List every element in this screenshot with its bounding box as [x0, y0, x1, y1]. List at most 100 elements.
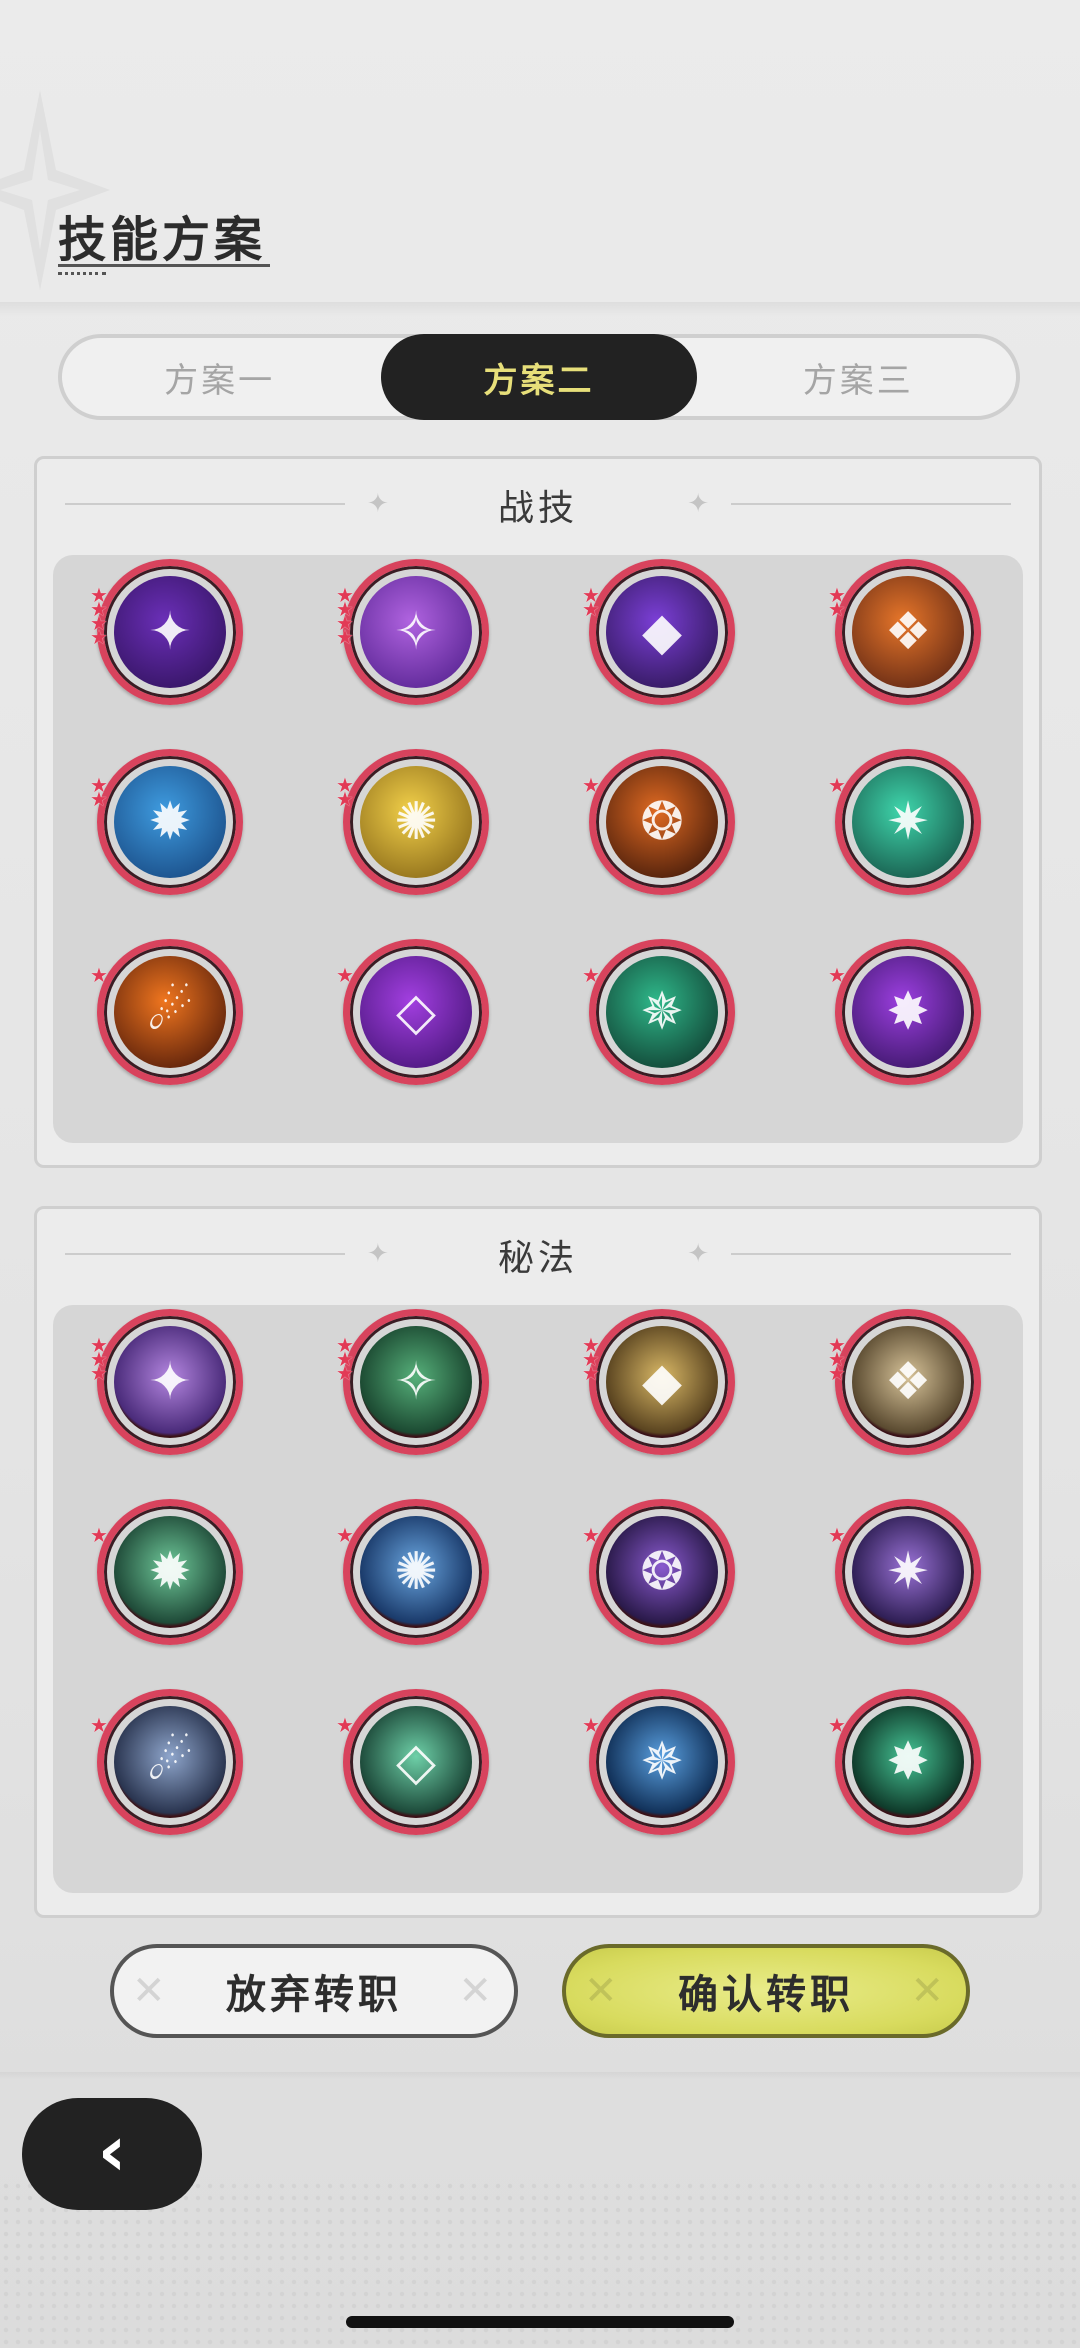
star-rank: ★	[828, 1523, 846, 1547]
divider-line	[731, 1253, 1011, 1255]
fire-wolf-icon[interactable]: ❖ ★ ★	[828, 559, 981, 705]
star-icon: ★	[828, 773, 846, 797]
button-decoration: ✕	[458, 1968, 496, 2014]
green-claw-slash-icon[interactable]: ✷ ★	[828, 749, 981, 895]
skill-glyph: ❂	[640, 1542, 684, 1602]
star-rank: ★	[582, 1523, 600, 1547]
purple-diamond-icon[interactable]: ◇ ★	[336, 939, 489, 1085]
skill-glyph: ✹	[148, 1542, 192, 1602]
green-praying-figure-icon[interactable]: ✸ ★	[828, 1689, 981, 1835]
home-indicator[interactable]	[346, 2316, 734, 2328]
golden-figure-icon[interactable]: ◆ ★ ★ ★	[582, 1309, 735, 1455]
star-icon: ★	[90, 787, 108, 811]
star-rank: ★ ★	[582, 585, 600, 619]
fireball-icon[interactable]: ☄ ★	[90, 939, 243, 1085]
blue-spirit-creature-icon[interactable]: ✹ ★ ★	[90, 749, 243, 895]
star-rank: ★ ★ ★ ★	[90, 585, 108, 649]
fire-spiral-icon[interactable]: ❂ ★	[582, 749, 735, 895]
page-header: 技能方案	[58, 200, 270, 275]
star-icon: ★	[828, 1713, 846, 1737]
star-rank: ★ ★ ★	[336, 1335, 354, 1385]
star-rank: ★	[582, 1713, 600, 1737]
star-rank: ★ ★	[336, 775, 354, 811]
purple-star-burst-icon[interactable]: ✦ ★ ★ ★ ★	[90, 559, 243, 705]
green-winged-emblem-icon[interactable]: ✧ ★ ★ ★	[336, 1309, 489, 1455]
combat-skill-grid: ✦ ★ ★ ★ ★ ✧ ★ ★ ★ ★ ◆ ★ ★ ❖ ★ ★ ✹ ★ ★ ✺ ★ ★ ❂ ★ ✷ ★ ☄ ★ ◇ ★ ✵ ★ ✸ ★	[53, 555, 1023, 1143]
green-meditating-figure-icon[interactable]: ✵ ★	[582, 939, 735, 1085]
star-icon: ★	[336, 787, 354, 811]
blue-armor-icon[interactable]: ☄ ★	[90, 1689, 243, 1835]
secret-skill-grid: ✦ ★ ★ ★ ✧ ★ ★ ★ ◆ ★ ★ ★ ❖ ★ ★ ★ ✹ ★ ✺ ★ ❂ ★ ✷ ★ ☄ ★ ◇ ★ ✵ ★ ✸ ★	[53, 1305, 1023, 1893]
skill-glyph: ✦	[148, 1352, 192, 1412]
skill-glyph: ❖	[884, 602, 932, 662]
star-icon: ★	[582, 1713, 600, 1737]
golden-sparkle-icon[interactable]: ✺ ★ ★	[336, 749, 489, 895]
star-icon: ★	[90, 963, 108, 987]
footer-divider	[0, 2072, 1080, 2080]
confirm-job-change-button[interactable]: ✕ 确认转职 ✕	[562, 1944, 970, 2038]
skill-glyph: ✷	[886, 792, 930, 852]
skill-glyph: ✷	[886, 1542, 930, 1602]
skill-glyph: ☄	[146, 1732, 194, 1792]
star-icon: ★	[582, 963, 600, 987]
star-icon: ★	[828, 1523, 846, 1547]
abandon-job-change-button[interactable]: ✕ 放弃转职 ✕	[110, 1944, 518, 2038]
skill-glyph: ✧	[394, 602, 438, 662]
purple-figure-heart-icon[interactable]: ❂ ★	[582, 1499, 735, 1645]
star-icon: ★	[336, 1713, 354, 1737]
skill-glyph: ✺	[394, 1542, 438, 1602]
purple-temple-icon[interactable]: ✷ ★	[828, 1499, 981, 1645]
skill-glyph: ❂	[640, 792, 684, 852]
header-divider	[0, 302, 1080, 316]
skill-glyph: ◇	[396, 982, 436, 1042]
star-icon: ★	[336, 963, 354, 987]
skill-glyph: ❖	[884, 1352, 932, 1412]
star-rank: ★ ★ ★	[582, 1335, 600, 1383]
star-icon: ★	[90, 625, 108, 649]
skill-glyph: ✸	[886, 982, 930, 1042]
skill-glyph: ✸	[886, 1732, 930, 1792]
tab-plan-2[interactable]: 方案二	[381, 334, 697, 420]
chevron-left-icon: ‹	[97, 2110, 127, 2192]
green-shield-icon[interactable]: ✹ ★	[90, 1499, 243, 1645]
star-icon: ★	[90, 1713, 108, 1737]
back-button[interactable]: ‹	[22, 2098, 202, 2210]
star-rank: ★	[90, 1525, 108, 1545]
combat-panel-header: ✦ 战技 ✦	[37, 459, 1039, 549]
tab-plan-1[interactable]: 方案一	[62, 338, 377, 416]
star-icon: ★	[582, 1523, 600, 1547]
star-rank: ★ ★ ★ ★	[336, 585, 354, 649]
skill-glyph: ✵	[640, 1732, 684, 1792]
star-icon: ★	[336, 625, 354, 649]
star-rank: ★	[828, 1713, 846, 1737]
star-icon: ★	[336, 1361, 354, 1385]
skill-glyph: ◆	[642, 1352, 682, 1412]
purple-robot-icon[interactable]: ✧ ★ ★ ★ ★	[336, 559, 489, 705]
green-swirl-icon[interactable]: ◇ ★	[336, 1689, 489, 1835]
purple-eye-vortex-icon[interactable]: ✸ ★	[828, 939, 981, 1085]
star-rank: ★	[582, 963, 600, 987]
confirm-button-label: 确认转职	[678, 1972, 854, 2018]
title-dots	[58, 272, 106, 278]
star-rank: ★	[90, 963, 108, 987]
button-decoration: ✕	[910, 1968, 948, 2014]
blue-crystal-icon[interactable]: ✺ ★	[336, 1499, 489, 1645]
tab-plan-3[interactable]: 方案三	[701, 338, 1016, 416]
star-rank: ★	[90, 1713, 108, 1737]
blue-praying-figure-icon[interactable]: ✵ ★	[582, 1689, 735, 1835]
star-rank: ★ ★ ★	[828, 1335, 846, 1385]
purple-orb-swirl-icon[interactable]: ◆ ★ ★	[582, 559, 735, 705]
skill-glyph: ✦	[148, 602, 192, 662]
star-rank: ★	[336, 1713, 354, 1737]
star-rank: ★ ★ ★	[90, 1335, 108, 1385]
bronze-arrow-up-icon[interactable]: ❖ ★ ★ ★	[828, 1309, 981, 1455]
purple-rune-stone-icon[interactable]: ✦ ★ ★ ★	[90, 1309, 243, 1455]
star-icon: ★	[90, 1361, 108, 1385]
star-icon: ★	[828, 1361, 846, 1385]
secret-section-title: 秘法	[497, 1238, 578, 1279]
secret-skills-panel: ✦ 秘法 ✦ ✦ ★ ★ ★ ✧ ★ ★ ★ ◆ ★ ★ ★ ❖ ★ ★ ★ ✹ ★ ✺ ★ ❂ ★ ✷ ★ ☄ ★ ◇ ★ ✵ ★ ✸ ★	[34, 1206, 1042, 1918]
combat-section-title: 战技	[497, 488, 578, 529]
star-icon: ★	[828, 963, 846, 987]
title-underline	[58, 264, 270, 267]
star-icon: ★	[582, 773, 600, 797]
